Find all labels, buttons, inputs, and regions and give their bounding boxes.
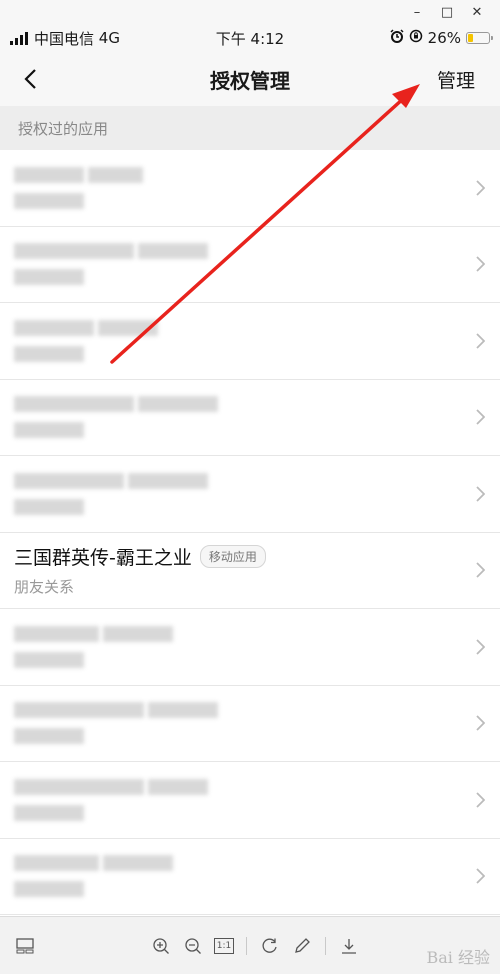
list-item[interactable] <box>0 150 500 227</box>
chevron-right-icon <box>460 792 500 808</box>
carrier-label: 中国电信 <box>34 29 95 48</box>
watermark: Bai 经验 <box>426 948 490 967</box>
chevron-right-icon <box>460 715 500 731</box>
battery-percent: 26% <box>427 29 461 47</box>
signal-icon <box>10 31 28 45</box>
close-button[interactable]: ✕ <box>462 0 492 24</box>
chevron-left-icon <box>24 69 36 89</box>
app-name: 三国群英传-霸王之业 <box>14 547 192 570</box>
blurred-content <box>14 778 460 821</box>
window-title-bar: – □ ✕ <box>0 0 500 24</box>
thumbnail-icon[interactable] <box>14 935 36 957</box>
blurred-content <box>14 855 460 898</box>
blurred-content <box>14 243 460 286</box>
viewer-toolbar: 1:1 Bai 经验 <box>0 916 500 974</box>
chevron-right-icon <box>460 409 500 425</box>
list-item[interactable] <box>0 456 500 533</box>
divider <box>325 936 326 955</box>
chevron-right-icon <box>460 180 500 196</box>
manage-button[interactable]: 管理 <box>437 66 475 93</box>
maximize-button[interactable]: □ <box>432 0 462 24</box>
list-item[interactable] <box>0 762 500 839</box>
blurred-content <box>14 166 460 209</box>
actual-size-icon[interactable]: 1:1 <box>214 937 234 954</box>
nav-bar: 授权管理 管理 <box>0 52 500 106</box>
edit-icon[interactable] <box>291 935 313 957</box>
list-item-sanguo[interactable]: 三国群英传-霸王之业 移动应用 朋友关系 <box>0 533 500 609</box>
permission-label: 朋友关系 <box>14 578 75 597</box>
back-button[interactable] <box>0 52 60 106</box>
chevron-right-icon <box>460 256 500 272</box>
chevron-right-icon <box>460 486 500 502</box>
rotate-icon[interactable] <box>259 935 281 957</box>
blurred-content <box>14 625 460 668</box>
zoom-in-icon[interactable] <box>150 935 172 957</box>
blurred-content <box>14 396 460 439</box>
blurred-content <box>14 702 460 745</box>
section-header: 授权过的应用 <box>0 106 500 150</box>
app-info: 三国群英传-霸王之业 移动应用 朋友关系 <box>14 543 460 597</box>
list-item[interactable] <box>0 609 500 686</box>
minimize-button[interactable]: – <box>402 0 432 24</box>
zoom-out-icon[interactable] <box>182 935 204 957</box>
blurred-content <box>14 472 460 515</box>
list-item[interactable] <box>0 839 500 915</box>
authorized-app-list: 三国群英传-霸王之业 移动应用 朋友关系 <box>0 150 500 915</box>
clock: 下午 4:12 <box>215 29 285 48</box>
list-item[interactable] <box>0 380 500 456</box>
app-type-badge: 移动应用 <box>199 545 266 569</box>
divider <box>246 936 247 955</box>
list-item[interactable] <box>0 227 500 303</box>
status-bar: 中国电信 4G 下午 4:12 26% <box>0 24 500 52</box>
chevron-right-icon <box>460 639 500 655</box>
chevron-right-icon <box>460 333 500 349</box>
lock-rotation-icon <box>409 29 423 47</box>
blurred-content <box>14 319 460 362</box>
chevron-right-icon <box>460 868 500 884</box>
list-item[interactable] <box>0 686 500 762</box>
network-label: 4G <box>98 29 120 47</box>
alarm-icon <box>390 29 404 47</box>
download-icon[interactable] <box>338 935 360 957</box>
battery-icon <box>466 32 493 44</box>
chevron-right-icon <box>460 562 500 578</box>
list-item[interactable] <box>0 303 500 380</box>
page-title: 授权管理 <box>210 68 290 93</box>
